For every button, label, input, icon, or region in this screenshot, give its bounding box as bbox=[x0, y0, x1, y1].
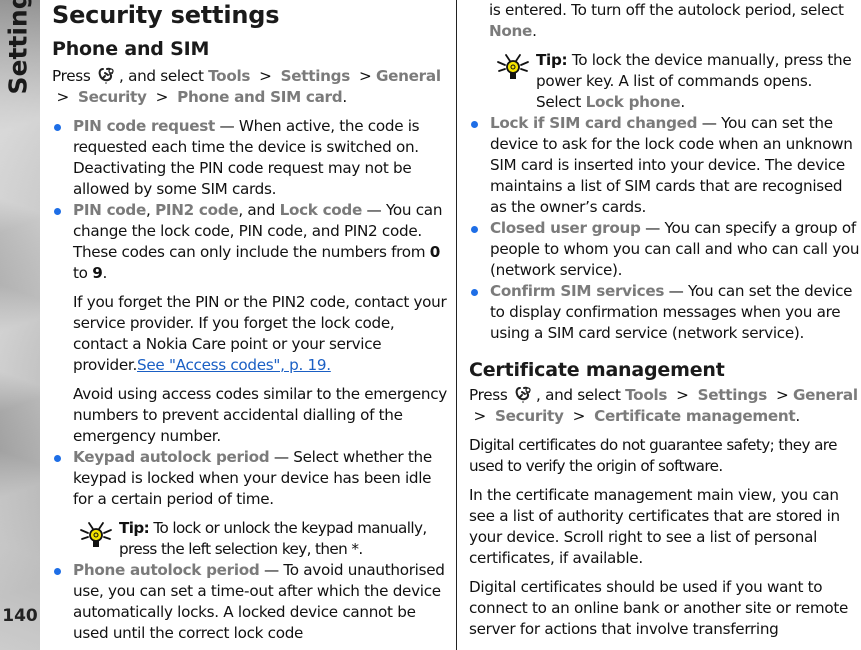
lightbulb-tip-icon bbox=[80, 522, 112, 547]
page-number: 140 bbox=[2, 606, 38, 626]
forget-codes-paragraph: If you forget the PIN or the PIN2 code, … bbox=[73, 293, 447, 374]
path-item: Phone and SIM card bbox=[177, 88, 343, 106]
tip-power-key: Tip: To lock the device manually, press … bbox=[469, 50, 861, 113]
path-item: Certificate management bbox=[594, 407, 796, 425]
path-item: General bbox=[376, 67, 441, 85]
path-item: Settings bbox=[280, 67, 351, 85]
page-title: Security settings bbox=[52, 1, 280, 29]
list-item-sim-changed: Lock if SIM card changed — You can set t… bbox=[469, 113, 861, 218]
menu-path-phone-sim: Press , and select Tools > Settings > Ge… bbox=[52, 67, 441, 106]
list-item-codes: PIN code, PIN2 code, and Lock code — You… bbox=[52, 200, 448, 284]
lightbulb-tip-icon bbox=[497, 54, 529, 79]
certificates-paragraph-3: Digital certificates should be used if y… bbox=[469, 578, 849, 638]
section-heading-phone-sim: Phone and SIM bbox=[52, 38, 210, 60]
autolock-continuation: is entered. To turn off the autolock per… bbox=[489, 1, 844, 40]
menu-key-icon bbox=[98, 67, 114, 84]
menu-key-icon bbox=[515, 386, 531, 403]
left-column: Security settings Phone and SIM Press , … bbox=[52, 0, 448, 644]
certificates-paragraph-1: Digital certificates do not guarantee sa… bbox=[469, 436, 837, 475]
menu-path-certificates: Press , and select Tools > Settings > Ge… bbox=[469, 386, 858, 425]
list-item-closed-group: Closed user group — You can specify a gr… bbox=[469, 218, 861, 281]
column-divider bbox=[456, 0, 457, 650]
path-item: Security bbox=[495, 407, 564, 425]
right-column: is entered. To turn off the autolock per… bbox=[469, 0, 861, 640]
path-item: Security bbox=[78, 88, 147, 106]
section-title: Settings bbox=[3, 0, 33, 95]
path-item: Settings bbox=[697, 386, 768, 404]
path-item: General bbox=[793, 386, 858, 404]
list-item-keypad-autolock: Keypad autolock period — Select whether … bbox=[52, 447, 448, 510]
path-item: Tools bbox=[625, 386, 668, 404]
section-heading-certificates: Certificate management bbox=[469, 359, 725, 381]
path-item: Tools bbox=[208, 67, 251, 85]
tip-keypad: Tip: To lock or unlock the keypad manual… bbox=[52, 518, 448, 560]
list-item-phone-autolock: Phone autolock period — To avoid unautho… bbox=[52, 560, 448, 644]
avoid-codes-paragraph: Avoid using access codes similar to the … bbox=[73, 385, 447, 445]
list-item-pin-request: PIN code request — When active, the code… bbox=[52, 116, 448, 200]
certificates-paragraph-2: In the certificate management main view,… bbox=[469, 486, 840, 567]
section-sidebar: Settings 140 bbox=[0, 0, 40, 650]
list-item-confirm-sim: Confirm SIM services — You can set the d… bbox=[469, 281, 861, 344]
access-codes-link[interactable]: See "Access codes", p. 19. bbox=[137, 356, 331, 374]
